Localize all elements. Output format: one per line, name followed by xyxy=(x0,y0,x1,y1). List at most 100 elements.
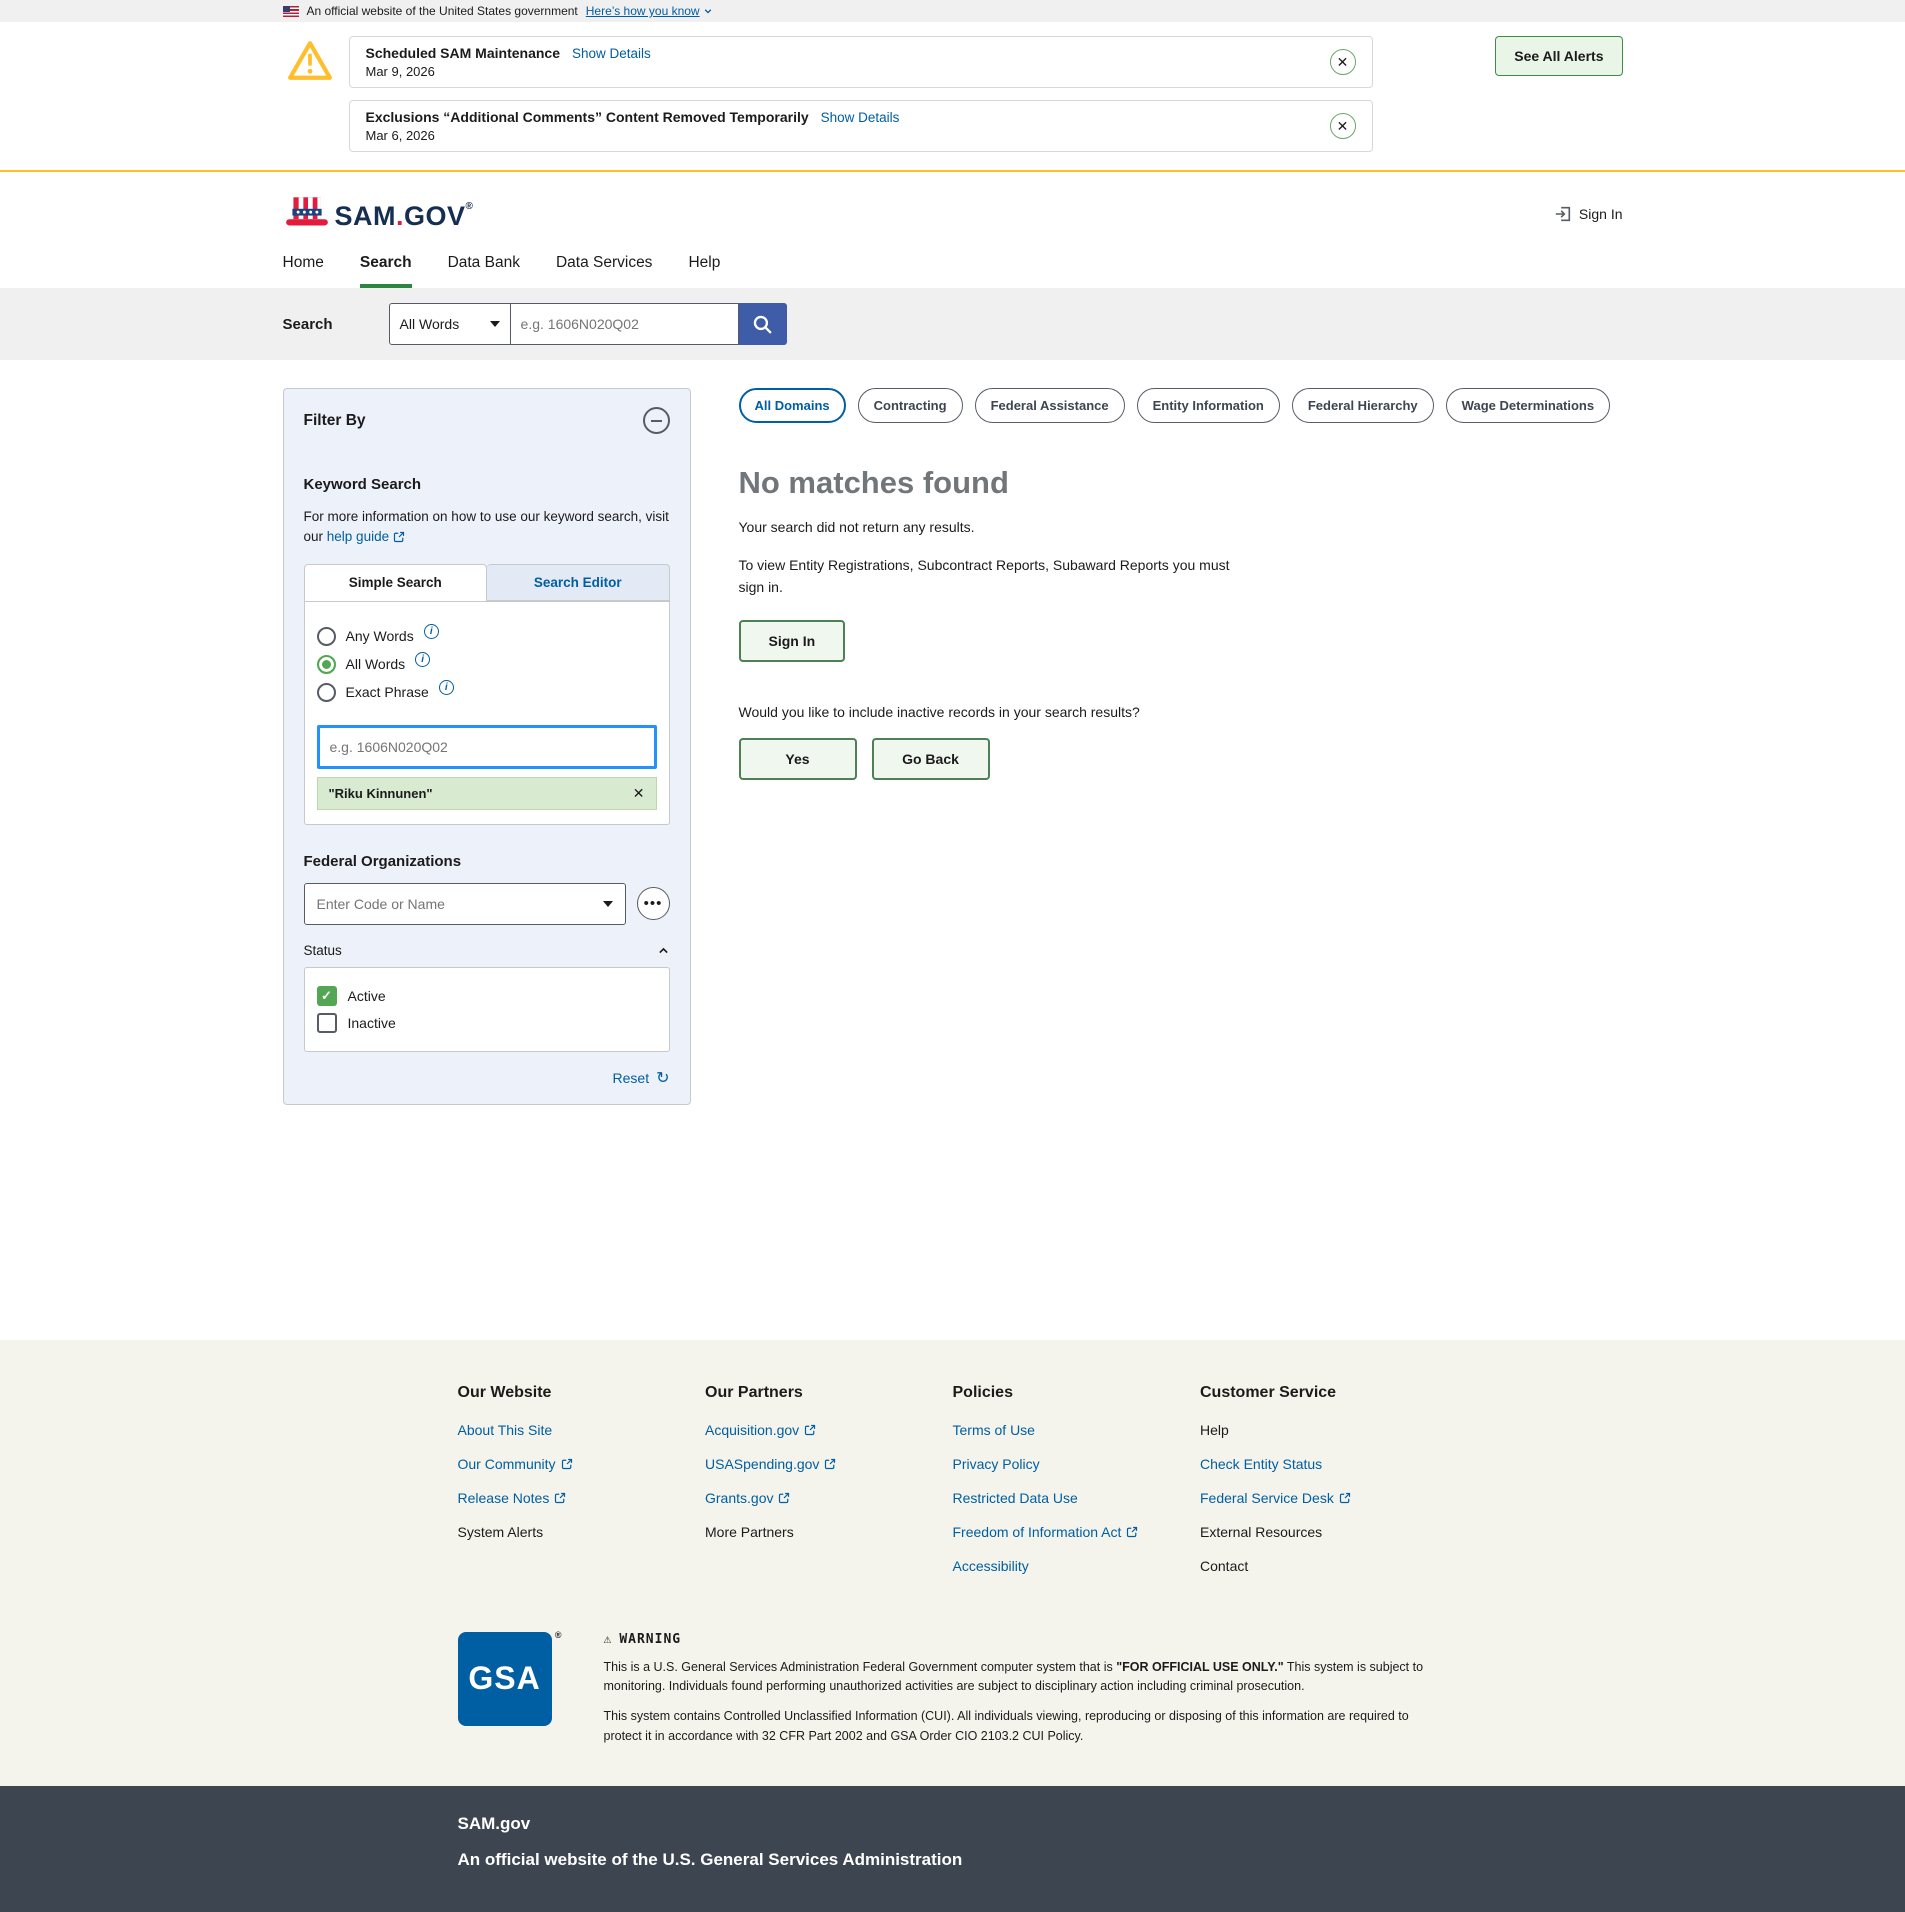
alert-close-button[interactable]: ✕ xyxy=(1330,49,1356,75)
main-content: Filter By Keyword Search For more inform… xyxy=(283,388,1623,1105)
keyword-search-heading: Keyword Search xyxy=(304,476,670,493)
chevron-up-icon xyxy=(657,944,670,957)
info-icon[interactable]: i xyxy=(415,652,430,667)
gsa-logo: GSA ® xyxy=(458,1632,552,1726)
footer-link-foia[interactable]: Freedom of Information Act xyxy=(953,1524,1201,1540)
checkbox-active[interactable]: ✓ xyxy=(317,986,337,1006)
top-search-input[interactable] xyxy=(511,303,739,345)
nav-item-data-bank[interactable]: Data Bank xyxy=(448,254,520,288)
checkbox-inactive[interactable] xyxy=(317,1013,337,1033)
sign-in-button[interactable]: Sign In xyxy=(739,620,846,662)
pill-all-domains[interactable]: All Domains xyxy=(739,388,846,423)
radio-all-words-label: All Words xyxy=(346,656,406,672)
warning-paragraph-2: This system contains Controlled Unclassi… xyxy=(604,1707,1434,1746)
footer-link-acquisition-gov[interactable]: Acquisition.gov xyxy=(705,1422,953,1438)
footer-link-grants-gov[interactable]: Grants.gov xyxy=(705,1490,953,1506)
footer-link-external-resources[interactable]: External Resources xyxy=(1200,1524,1448,1540)
see-all-alerts-button[interactable]: See All Alerts xyxy=(1495,36,1622,76)
pill-entity-information[interactable]: Entity Information xyxy=(1137,388,1280,423)
go-back-button[interactable]: Go Back xyxy=(872,738,990,780)
system-warning: ⚠ WARNING This is a U.S. General Service… xyxy=(604,1632,1434,1747)
footer-link-restricted-data-use[interactable]: Restricted Data Use xyxy=(953,1490,1201,1506)
keyword-search-tabs: Simple Search Search Editor xyxy=(304,564,670,601)
footer-link-privacy-policy[interactable]: Privacy Policy xyxy=(953,1456,1201,1472)
pill-wage-determinations[interactable]: Wage Determinations xyxy=(1446,388,1610,423)
close-icon: ✕ xyxy=(1337,54,1349,71)
keyword-tag-remove[interactable]: ✕ xyxy=(633,785,645,802)
footer-link-release-notes[interactable]: Release Notes xyxy=(458,1490,706,1506)
external-link-icon xyxy=(561,1458,573,1470)
search-mode-select[interactable]: All Words xyxy=(389,303,511,345)
external-link-icon xyxy=(393,531,405,543)
warning-title: WARNING xyxy=(619,1632,681,1647)
footer-col-heading: Our Website xyxy=(458,1384,706,1402)
nav-item-home[interactable]: Home xyxy=(283,254,324,288)
pill-federal-hierarchy[interactable]: Federal Hierarchy xyxy=(1292,388,1434,423)
alert-title: Exclusions “Additional Comments” Content… xyxy=(366,109,809,125)
footer-link-check-entity-status[interactable]: Check Entity Status xyxy=(1200,1456,1448,1472)
external-link-icon xyxy=(1126,1526,1138,1538)
filter-by-title: Filter By xyxy=(304,412,366,430)
reset-filters-link[interactable]: Reset xyxy=(613,1070,650,1086)
gov-banner: An official website of the United States… xyxy=(0,0,1905,22)
warning-triangle-icon xyxy=(287,40,333,82)
radio-all-words[interactable] xyxy=(317,655,336,674)
alert-show-details-link[interactable]: Show Details xyxy=(821,110,900,125)
simple-search-box: Any Words i All Words i Exact Phrase i "… xyxy=(304,601,670,825)
status-section-toggle[interactable]: Status xyxy=(304,943,670,958)
site-footer: Our Website About This Site Our Communit… xyxy=(0,1340,1905,1787)
external-link-icon xyxy=(778,1492,790,1504)
logo-registered-mark: ® xyxy=(466,201,474,212)
tab-simple-search[interactable]: Simple Search xyxy=(304,564,488,601)
external-link-icon xyxy=(1339,1492,1351,1504)
yes-button[interactable]: Yes xyxy=(739,738,857,780)
status-options-box: ✓ Active Inactive xyxy=(304,967,670,1052)
header-sign-in[interactable]: Sign In xyxy=(1554,205,1623,223)
reset-icon: ↻ xyxy=(656,1068,669,1088)
alert-show-details-link[interactable]: Show Details xyxy=(572,46,651,61)
federal-organizations-more-button[interactable]: ••• xyxy=(637,887,670,920)
warning-paragraph-1: This is a U.S. General Services Administ… xyxy=(604,1658,1434,1697)
search-strip: Search All Words xyxy=(0,288,1905,360)
keyword-input[interactable] xyxy=(317,725,657,769)
footer-link-system-alerts[interactable]: System Alerts xyxy=(458,1524,706,1540)
footer-link-accessibility[interactable]: Accessibility xyxy=(953,1558,1201,1574)
footer-link-contact[interactable]: Contact xyxy=(1200,1558,1448,1574)
footer-link-our-community[interactable]: Our Community xyxy=(458,1456,706,1472)
footer-col-heading: Customer Service xyxy=(1200,1384,1448,1402)
samgov-logo[interactable]: SAM.GOV® xyxy=(283,196,474,232)
pill-federal-assistance[interactable]: Federal Assistance xyxy=(975,388,1125,423)
external-link-icon xyxy=(554,1492,566,1504)
how-you-know-link[interactable]: Here’s how you know xyxy=(586,4,713,18)
inactive-records-question: Would you like to include inactive recor… xyxy=(739,704,1623,720)
filter-panel: Filter By Keyword Search For more inform… xyxy=(283,388,691,1105)
alert-date: Mar 9, 2026 xyxy=(366,64,651,79)
footer-link-terms-of-use[interactable]: Terms of Use xyxy=(953,1422,1201,1438)
close-icon: ✕ xyxy=(1337,118,1349,135)
nav-item-help[interactable]: Help xyxy=(688,254,720,288)
nav-item-data-services[interactable]: Data Services xyxy=(556,254,652,288)
tab-search-editor[interactable]: Search Editor xyxy=(487,564,670,601)
site-header: SAM.GOV® Sign In Home Search Data Bank D… xyxy=(0,172,1905,288)
footer-col-customer-service: Customer Service Help Check Entity Statu… xyxy=(1200,1384,1448,1592)
info-icon[interactable]: i xyxy=(439,680,454,695)
footer-link-about-this-site[interactable]: About This Site xyxy=(458,1422,706,1438)
radio-exact-phrase[interactable] xyxy=(317,683,336,702)
collapse-filters-button[interactable] xyxy=(643,407,670,434)
footer-link-usaspending-gov[interactable]: USASpending.gov xyxy=(705,1456,953,1472)
search-submit-button[interactable] xyxy=(739,303,787,345)
pill-contracting[interactable]: Contracting xyxy=(858,388,963,423)
radio-any-words[interactable] xyxy=(317,627,336,646)
footer-link-help[interactable]: Help xyxy=(1200,1422,1448,1438)
help-guide-link[interactable]: help guide xyxy=(327,527,405,547)
search-icon xyxy=(752,314,773,335)
sign-in-note: To view Entity Registrations, Subcontrac… xyxy=(739,555,1259,598)
nav-item-search[interactable]: Search xyxy=(360,254,412,288)
info-icon[interactable]: i xyxy=(424,624,439,639)
footer-link-more-partners[interactable]: More Partners xyxy=(705,1524,953,1540)
radio-exact-phrase-label: Exact Phrase xyxy=(346,684,429,700)
no-matches-subtitle: Your search did not return any results. xyxy=(739,519,1623,535)
federal-organizations-combo[interactable]: Enter Code or Name xyxy=(304,883,626,925)
alert-close-button[interactable]: ✕ xyxy=(1330,113,1356,139)
footer-link-federal-service-desk[interactable]: Federal Service Desk xyxy=(1200,1490,1448,1506)
